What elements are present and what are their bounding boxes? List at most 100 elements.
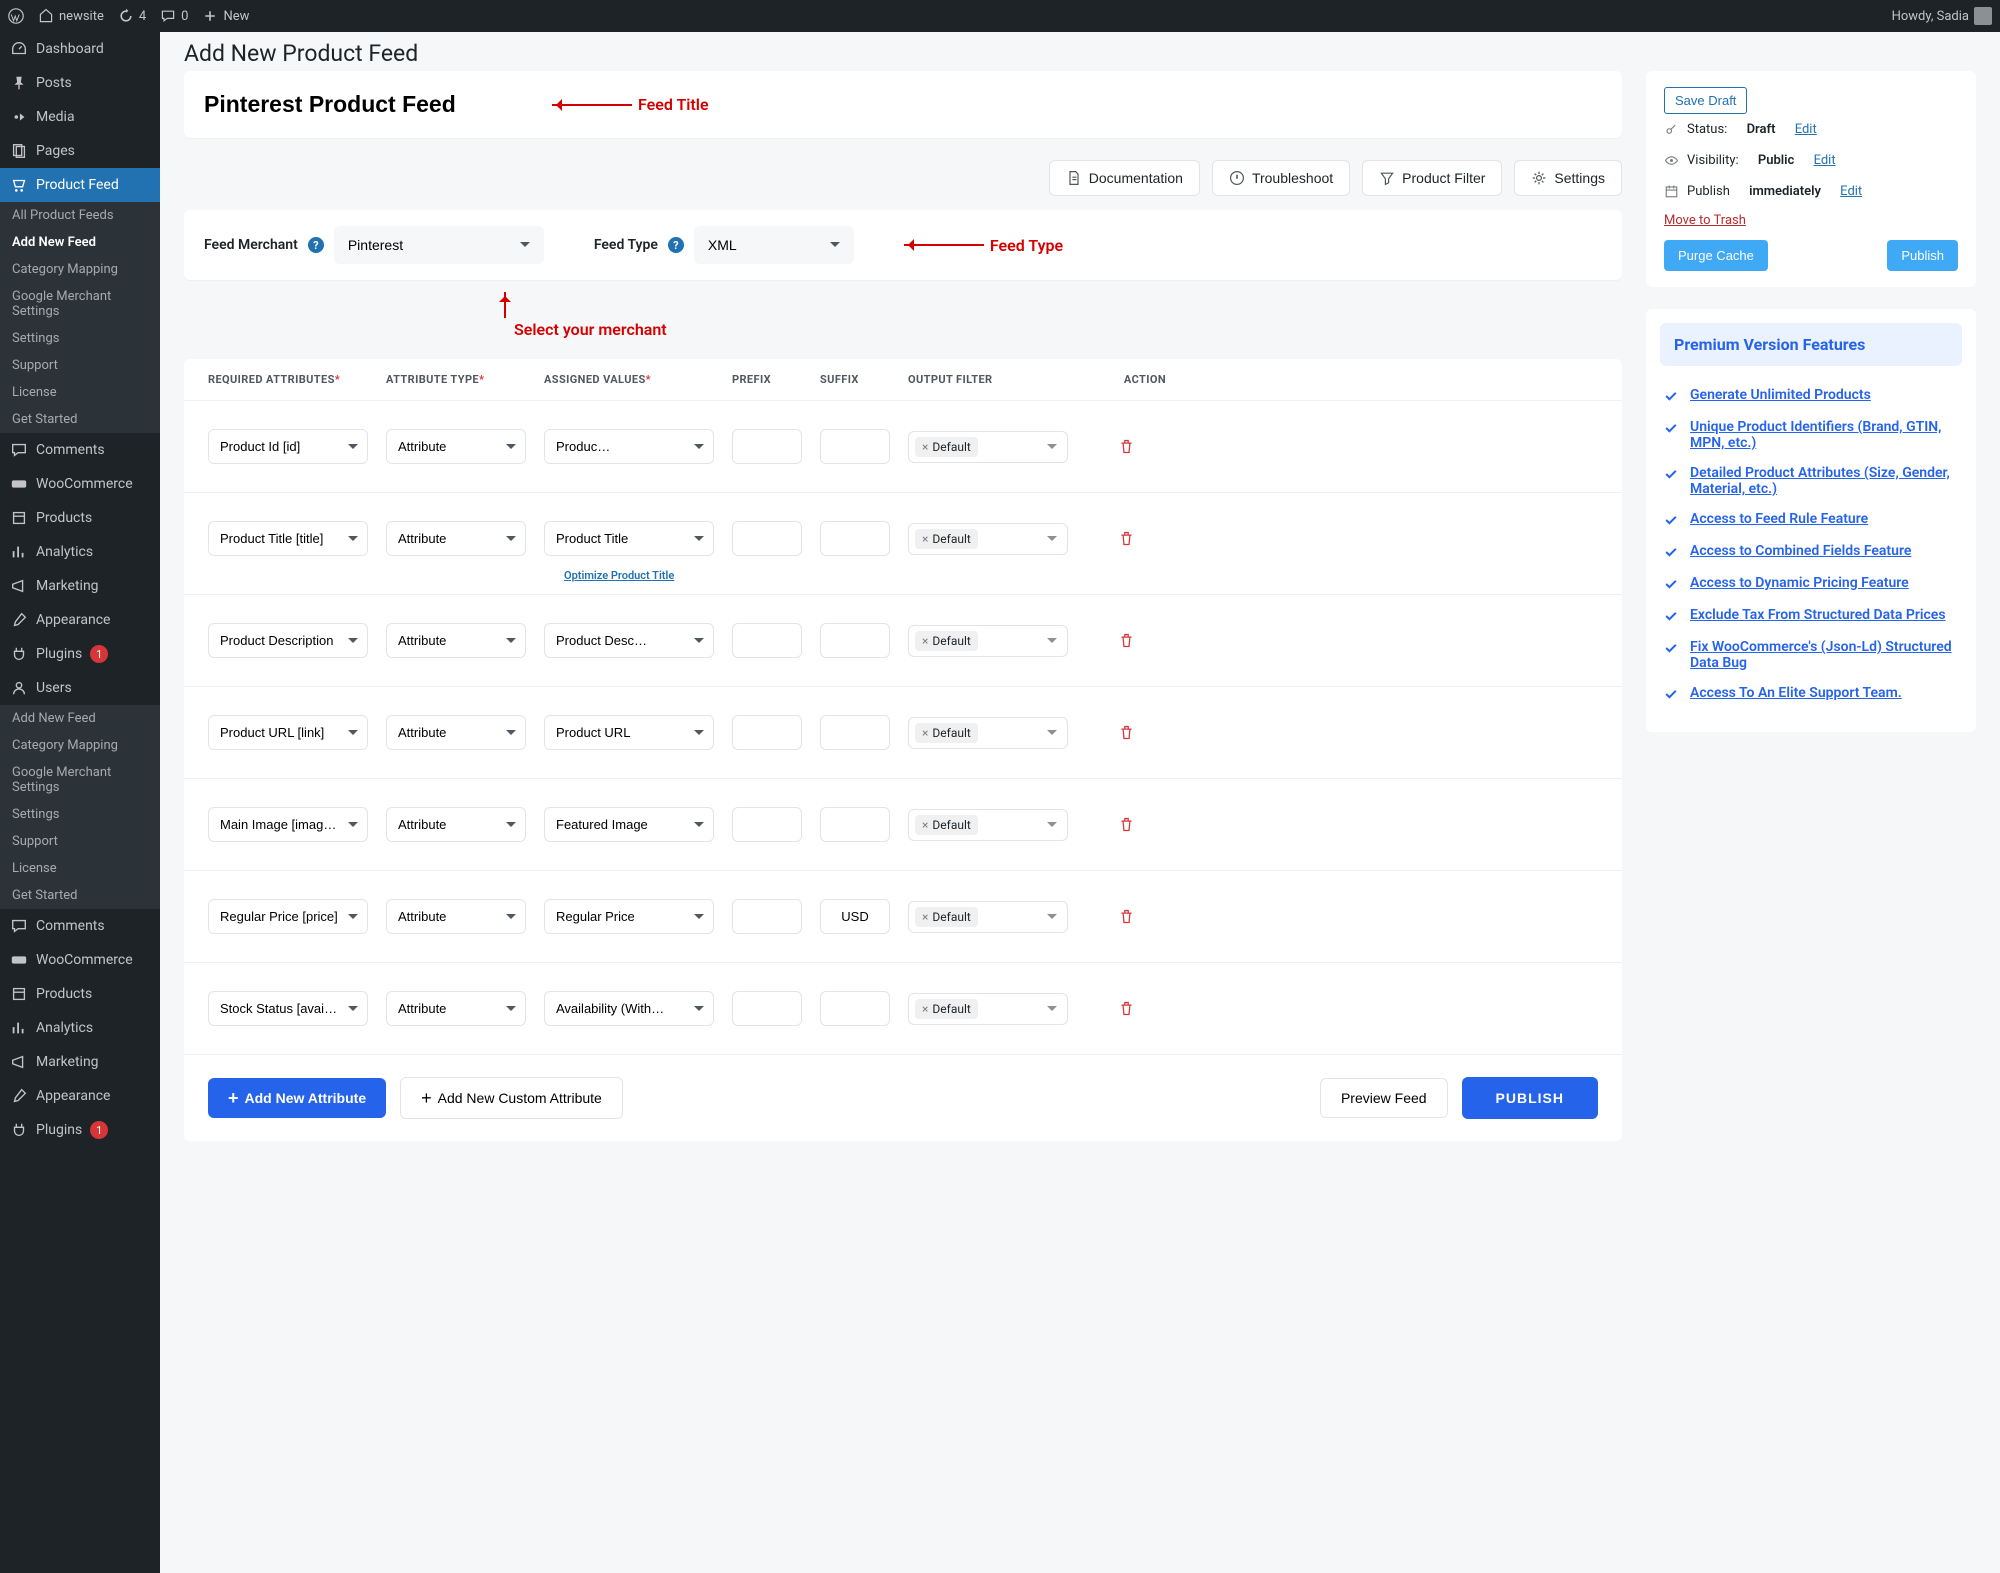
- sidenav-item-comments[interactable]: Comments: [0, 909, 160, 943]
- required-attr-select[interactable]: Regular Price [price]: [208, 899, 368, 934]
- attr-type-select[interactable]: Attribute: [386, 715, 526, 750]
- sidenav-item-product-feed[interactable]: Product Feed: [0, 168, 160, 202]
- sidenav-item-users[interactable]: Users: [0, 671, 160, 705]
- sidenav-subitem[interactable]: License: [0, 379, 160, 406]
- sidenav-subitem[interactable]: Google Merchant Settings: [0, 283, 160, 325]
- premium-feature-link[interactable]: Unique Product Identifiers (Brand, GTIN,…: [1690, 419, 1960, 451]
- sidenav-subitem[interactable]: Support: [0, 828, 160, 855]
- sidenav-subitem[interactable]: Google Merchant Settings: [0, 759, 160, 801]
- output-filter-select[interactable]: ×Default: [908, 717, 1068, 749]
- attr-type-select[interactable]: Attribute: [386, 991, 526, 1026]
- required-attr-select[interactable]: Product Title [title]: [208, 521, 368, 556]
- sidenav-item-marketing[interactable]: Marketing: [0, 1045, 160, 1079]
- required-attr-select[interactable]: Product Description: [208, 623, 368, 658]
- premium-feature-link[interactable]: Access To An Elite Support Team.: [1690, 685, 1902, 701]
- feed-title-input[interactable]: [204, 87, 512, 122]
- save-draft-button[interactable]: Save Draft: [1664, 87, 1747, 114]
- remove-tag-icon[interactable]: ×: [922, 910, 928, 924]
- move-to-trash-link[interactable]: Move to Trash: [1664, 213, 1746, 228]
- prefix-input[interactable]: [732, 991, 802, 1026]
- attr-type-select[interactable]: Attribute: [386, 429, 526, 464]
- prefix-input[interactable]: [732, 807, 802, 842]
- delete-row-button[interactable]: [1086, 632, 1166, 649]
- premium-feature-link[interactable]: Access to Feed Rule Feature: [1690, 511, 1868, 527]
- remove-tag-icon[interactable]: ×: [922, 634, 928, 648]
- sidenav-item-analytics[interactable]: Analytics: [0, 1011, 160, 1045]
- sidenav-subitem[interactable]: All Product Feeds: [0, 202, 160, 229]
- attr-type-select[interactable]: Attribute: [386, 623, 526, 658]
- remove-tag-icon[interactable]: ×: [922, 726, 928, 740]
- sidenav-item-dashboard[interactable]: Dashboard: [0, 32, 160, 66]
- preview-feed-button[interactable]: Preview Feed: [1320, 1078, 1448, 1118]
- assigned-value-select[interactable]: Product Title: [544, 521, 714, 556]
- sidenav-item-woocommerce[interactable]: WooCommerce: [0, 943, 160, 977]
- assigned-value-select[interactable]: Featured Image: [544, 807, 714, 842]
- optimize-title-link[interactable]: Optimize Product Title: [564, 569, 674, 582]
- settings-button[interactable]: Settings: [1514, 160, 1622, 196]
- output-filter-select[interactable]: ×Default: [908, 993, 1068, 1025]
- sidenav-item-appearance[interactable]: Appearance: [0, 1079, 160, 1113]
- sidenav-item-products[interactable]: Products: [0, 977, 160, 1011]
- premium-feature-link[interactable]: Generate Unlimited Products: [1690, 387, 1871, 403]
- prefix-input[interactable]: [732, 429, 802, 464]
- new-content[interactable]: New: [202, 8, 249, 24]
- sidenav-item-pages[interactable]: Pages: [0, 134, 160, 168]
- sidenav-subitem[interactable]: License: [0, 855, 160, 882]
- edit-visibility-link[interactable]: Edit: [1814, 153, 1836, 168]
- sidenav-item-plugins[interactable]: Plugins1: [0, 1113, 160, 1147]
- sidenav-item-plugins[interactable]: Plugins1: [0, 637, 160, 671]
- delete-row-button[interactable]: [1086, 724, 1166, 741]
- sidenav-subitem[interactable]: Category Mapping: [0, 732, 160, 759]
- suffix-input[interactable]: [820, 429, 890, 464]
- sidenav-subitem[interactable]: Add New Feed: [0, 705, 160, 732]
- updates-link[interactable]: 4: [118, 8, 146, 24]
- suffix-input[interactable]: [820, 521, 890, 556]
- purge-cache-button[interactable]: Purge Cache: [1664, 240, 1768, 271]
- sidenav-item-analytics[interactable]: Analytics: [0, 535, 160, 569]
- edit-schedule-link[interactable]: Edit: [1840, 184, 1862, 199]
- suffix-input[interactable]: [820, 807, 890, 842]
- delete-row-button[interactable]: [1086, 908, 1166, 925]
- required-attr-select[interactable]: Stock Status [availability]: [208, 991, 368, 1026]
- prefix-input[interactable]: [732, 715, 802, 750]
- premium-feature-link[interactable]: Access to Combined Fields Feature: [1690, 543, 1911, 559]
- sidenav-subitem[interactable]: Get Started: [0, 882, 160, 909]
- delete-row-button[interactable]: [1086, 816, 1166, 833]
- troubleshoot-button[interactable]: Troubleshoot: [1212, 160, 1350, 196]
- howdy-user[interactable]: Howdy, Sadia: [1892, 7, 1992, 25]
- documentation-button[interactable]: Documentation: [1049, 160, 1200, 196]
- add-attribute-button[interactable]: +Add New Attribute: [208, 1078, 386, 1118]
- edit-status-link[interactable]: Edit: [1795, 122, 1817, 137]
- remove-tag-icon[interactable]: ×: [922, 818, 928, 832]
- comments-link[interactable]: 0: [160, 8, 188, 24]
- suffix-input[interactable]: [820, 899, 890, 934]
- sidenav-item-appearance[interactable]: Appearance: [0, 603, 160, 637]
- premium-feature-link[interactable]: Exclude Tax From Structured Data Prices: [1690, 607, 1946, 623]
- sidenav-subitem[interactable]: Add New Feed: [0, 229, 160, 256]
- assigned-value-select[interactable]: Product Desc…: [544, 623, 714, 658]
- help-icon[interactable]: ?: [668, 237, 684, 253]
- sidenav-item-media[interactable]: Media: [0, 100, 160, 134]
- delete-row-button[interactable]: [1086, 438, 1166, 455]
- sidenav-item-marketing[interactable]: Marketing: [0, 569, 160, 603]
- output-filter-select[interactable]: ×Default: [908, 809, 1068, 841]
- output-filter-select[interactable]: ×Default: [908, 625, 1068, 657]
- remove-tag-icon[interactable]: ×: [922, 440, 928, 454]
- prefix-input[interactable]: [732, 521, 802, 556]
- output-filter-select[interactable]: ×Default: [908, 523, 1068, 555]
- wp-logo[interactable]: [8, 8, 24, 24]
- prefix-input[interactable]: [732, 623, 802, 658]
- sidenav-item-products[interactable]: Products: [0, 501, 160, 535]
- required-attr-select[interactable]: Product Id [id]: [208, 429, 368, 464]
- premium-feature-link[interactable]: Detailed Product Attributes (Size, Gende…: [1690, 465, 1960, 497]
- help-icon[interactable]: ?: [308, 237, 324, 253]
- sidenav-item-comments[interactable]: Comments: [0, 433, 160, 467]
- output-filter-select[interactable]: ×Default: [908, 431, 1068, 463]
- suffix-input[interactable]: [820, 715, 890, 750]
- prefix-input[interactable]: [732, 899, 802, 934]
- assigned-value-select[interactable]: Regular Price: [544, 899, 714, 934]
- add-custom-attribute-button[interactable]: +Add New Custom Attribute: [400, 1077, 623, 1119]
- site-name[interactable]: newsite: [38, 8, 104, 24]
- delete-row-button[interactable]: [1086, 530, 1166, 547]
- sidenav-subitem[interactable]: Support: [0, 352, 160, 379]
